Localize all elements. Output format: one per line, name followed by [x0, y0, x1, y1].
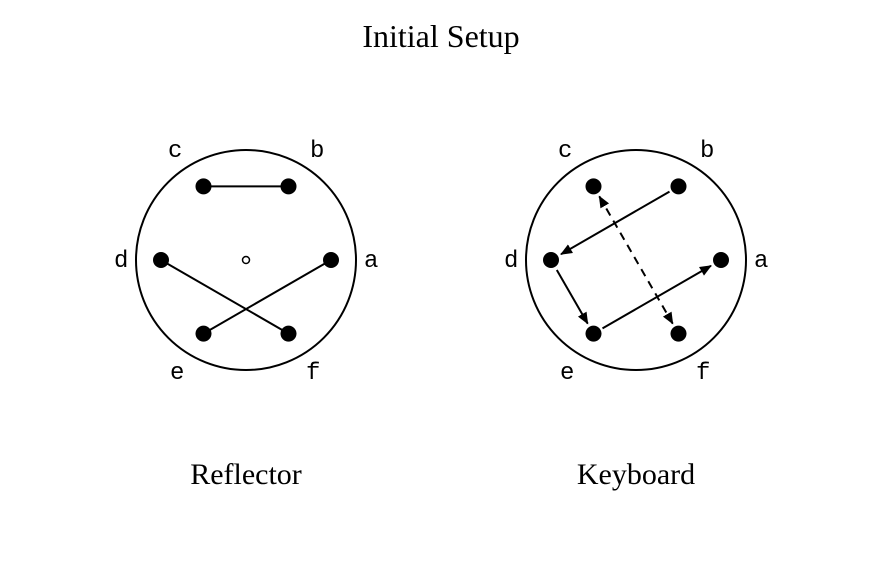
keyboard-diagram: a b c d e f — [486, 110, 786, 410]
reflector-label-d: d — [114, 248, 128, 275]
reflector-label-e: e — [170, 360, 184, 387]
keyboard-label-b: b — [700, 138, 714, 165]
keyboard-label-c: c — [558, 138, 572, 165]
diagram-container: a b c d e f Reflector — [0, 110, 882, 492]
reflector-wrapper: a b c d e f Reflector — [96, 110, 396, 492]
reflector-label-f: f — [306, 360, 320, 387]
keyboard-label-e: e — [560, 360, 574, 387]
reflector-label-c: c — [168, 138, 182, 165]
reflector-diagram: a b c d e f — [96, 110, 396, 410]
reflector-caption: Reflector — [190, 458, 302, 492]
keyboard-wrapper: a b c d e f Keyboard — [486, 110, 786, 492]
keyboard-label-a: a — [754, 248, 768, 275]
reflector-label-b: b — [310, 138, 324, 165]
keyboard-label-d: d — [504, 248, 518, 275]
reflector-label-a: a — [364, 248, 378, 275]
page-title: Initial Setup — [0, 18, 882, 55]
keyboard-caption: Keyboard — [577, 458, 695, 492]
keyboard-label-f: f — [696, 360, 710, 387]
